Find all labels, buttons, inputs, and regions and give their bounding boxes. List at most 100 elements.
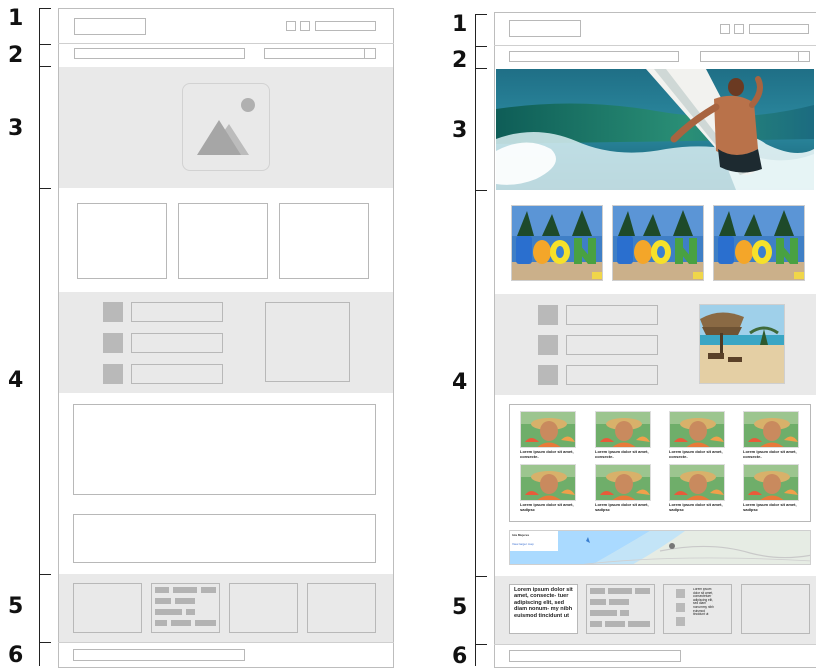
bracket-tick [475,190,487,191]
section-number-5-left: 5 [8,594,24,619]
section-number-6-left: 6 [8,643,24,668]
hero-surfer-photo [496,69,814,190]
section-bracket-right [475,14,476,666]
feature-icon-placeholder [103,302,123,322]
footer-text-bar [155,620,167,626]
nav-search-placeholder [700,51,810,62]
copyright-bar-placeholder [509,650,681,662]
footer-text-bar [590,621,602,627]
header-icon-placeholder [300,21,310,31]
footer-text-bar [201,587,216,593]
footer-column [229,583,298,633]
section-number-4-left: 4 [8,368,24,393]
profile-caption: Lorem ipsum dolor sit amet, consecte- [595,449,649,459]
footer-text-bar [155,609,182,615]
bracket-tick [39,66,51,67]
footer-list-icon [676,603,685,612]
footer-text-bar [175,598,195,604]
feature-image-placeholder [265,302,350,382]
footer-text-bar [195,620,216,626]
footer-column [73,583,142,633]
bracket-tick [475,576,487,577]
image-placeholder-icon [182,83,270,171]
logo-placeholder-right [509,20,581,37]
profile-caption: Lorem ipsum dolor sit amet, sadipsc [743,502,797,512]
footer-list-icon [676,617,685,626]
footer-text-bar [608,588,632,594]
section-bracket-left [39,8,40,666]
profile-caption: Lorem ipsum dolor sit amet, consecte- [520,449,574,459]
bracket-tick [39,8,51,9]
section-number-3-right: 3 [452,118,468,143]
footer-text-bar [609,599,629,605]
footer-text-bar [155,587,169,593]
feature-text-placeholder [131,333,223,353]
footer-text-bar [590,588,605,594]
nav-search-placeholder [264,48,376,59]
profile-photo [743,411,799,448]
section-number-2-right: 2 [452,48,468,73]
header-search-placeholder [315,21,376,31]
profile-photo [669,411,725,448]
bracket-tick [475,46,487,47]
gallery-photo-cancun [713,205,805,281]
profile-photo [743,464,799,501]
feature-text-placeholder [566,335,658,355]
feature-text-placeholder [131,302,223,322]
feature-icon-placeholder [103,333,123,353]
section-number-2-left: 2 [8,43,24,68]
bracket-tick [39,574,51,575]
feature-icon-placeholder [103,364,123,384]
footer-list-text: Lorem ipsum dolor sit amet, consectetuer… [693,588,714,617]
header-search-placeholder [749,24,809,34]
gallery-photo-cancun [612,205,704,281]
bracket-tick [475,14,487,15]
beach-photo [699,304,785,384]
embedded-map: Isla Mujeres View larger map [509,530,811,565]
section-number-3-left: 3 [8,116,24,141]
profile-caption: Lorem ipsum dolor sit amet, consecte- [669,449,723,459]
footer-column [307,583,376,633]
footer-text-bar [173,587,197,593]
profile-caption: Lorem ipsum dolor sit amet, sadipsc [669,502,723,512]
bracket-tick [39,44,51,45]
profile-photo [595,411,651,448]
feature-icon-placeholder [538,365,558,385]
footer-list-icon [676,589,685,598]
section-number-4-right: 4 [452,370,468,395]
content-tile [279,203,369,279]
section-number-1-left: 1 [8,6,24,31]
content-tile [77,203,167,279]
feature-text-placeholder [566,305,658,325]
footer-text-bar [628,621,650,627]
section-divider [494,644,816,645]
footer-text-bar [635,588,650,594]
footer-text-bar [186,609,195,615]
footer-paragraph: Lorem ipsum dolor sit amet, consecte- tu… [514,587,573,619]
nav-search-button-placeholder [798,51,810,62]
map-view-larger-link[interactable]: View larger map [512,542,534,546]
footer-text-bar [155,598,171,604]
section-divider [58,43,394,44]
header-icon-placeholder [734,24,744,34]
bracket-tick [475,68,487,69]
feature-icon-placeholder [538,305,558,325]
map-place-label: Isla Mujeres [512,533,530,537]
footer-column [741,584,810,634]
section-divider [494,45,816,46]
profile-photo [520,464,576,501]
footer-text-bar [605,621,625,627]
profile-photo [520,411,576,448]
header-icon-placeholder [286,21,296,31]
footer-text-bar [590,610,617,616]
bracket-tick [475,644,487,645]
logo-placeholder-left [74,18,146,35]
nav-bar-placeholder [509,51,679,62]
section-number-1-right: 1 [452,12,468,37]
nav-search-button-placeholder [364,48,376,59]
nav-bar-placeholder [74,48,245,59]
header-icon-placeholder [720,24,730,34]
feature-icon-placeholder [538,335,558,355]
section-number-6-right: 6 [452,644,468,669]
profile-photo [669,464,725,501]
